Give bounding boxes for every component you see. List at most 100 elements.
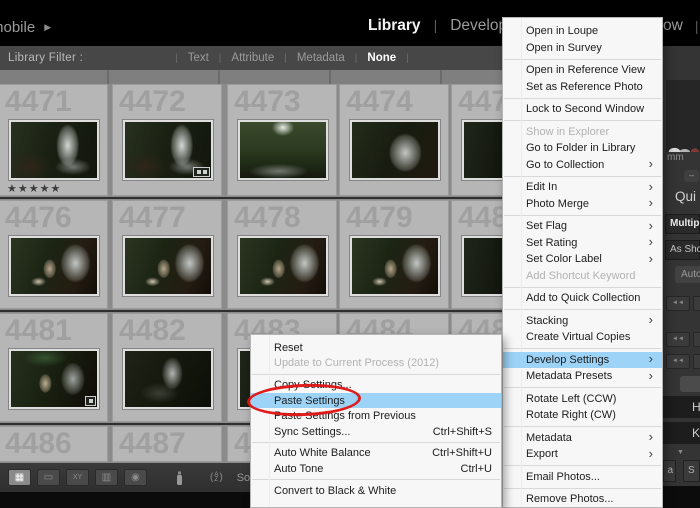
white-balance-dropdown[interactable]: As Shot — [665, 240, 700, 260]
photo-cell-4481[interactable]: 4481 — [0, 313, 108, 422]
submenu-item-sync-settings[interactable]: Sync Settings... Ctrl+Shift+S — [251, 424, 501, 440]
people-view-button[interactable]: ◉ — [124, 469, 147, 486]
compare-view-button[interactable]: XY — [66, 469, 89, 486]
filter-option-attribute[interactable]: Attribute — [231, 52, 274, 64]
context-menu-item-open-in-survey[interactable]: Open in Survey — [503, 40, 662, 57]
context-menu-item-add-to-quick-collection[interactable]: Add to Quick Collection — [503, 290, 662, 307]
menu-separator — [252, 442, 500, 444]
photo-thumbnail[interactable] — [349, 119, 441, 181]
context-menu-item-set-color-label[interactable]: Set Color Label › — [503, 251, 662, 268]
context-menu-item-create-virtual-copies[interactable]: Create Virtual Copies — [503, 329, 662, 346]
submenu-item-auto-tone[interactable]: Auto Tone Ctrl+U — [251, 461, 501, 477]
loupe-view-button[interactable]: ▭ — [37, 469, 60, 486]
panel-collapse-button[interactable]: – — [684, 170, 699, 182]
sync-settings-button-fragment[interactable]: S — [683, 460, 700, 482]
painter-tool-button[interactable] — [175, 469, 184, 486]
context-menu-item-lock-to-second-window[interactable]: Lock to Second Window — [503, 101, 662, 118]
panel-header-fragment-h[interactable]: H — [663, 396, 700, 418]
context-menu-item-metadata-presets[interactable]: Metadata Presets › — [503, 368, 662, 385]
sort-direction-button[interactable]: ( AZ ) — [210, 472, 223, 484]
spray-can-icon — [177, 471, 182, 485]
context-menu-item-photo-merge[interactable]: Photo Merge › — [503, 196, 662, 213]
saved-preset-dropdown[interactable]: Multipl — [665, 214, 700, 234]
context-menu-item-go-to-folder-in-library[interactable]: Go to Folder in Library — [503, 140, 662, 157]
decrement-small-button[interactable] — [693, 332, 700, 347]
menu-separator — [504, 97, 661, 99]
context-menu-item-go-to-collection[interactable]: Go to Collection › — [503, 157, 662, 174]
module-develop[interactable]: Develop — [450, 17, 507, 35]
photo-cell-4478[interactable]: 4478 — [227, 200, 337, 309]
photo-cell-4482[interactable]: 4482 — [112, 313, 222, 422]
photo-thumbnail[interactable] — [8, 235, 100, 297]
star-rating[interactable]: ★★★★★ — [7, 182, 61, 195]
photo-cell-4476[interactable]: 4476 — [0, 200, 108, 309]
context-menu-item-stacking[interactable]: Stacking › — [503, 313, 662, 330]
photo-cell-4479[interactable]: 4479 — [339, 200, 449, 309]
context-menu-item-remove-photos[interactable]: Remove Photos... — [503, 491, 662, 507]
filter-option-metadata[interactable]: Metadata — [297, 52, 345, 64]
module-overflow[interactable]: ow | — [663, 17, 698, 35]
decrement-large-button[interactable]: ◄◄ — [666, 296, 690, 311]
context-menu-item-develop-settings[interactable]: Develop Settings › — [503, 351, 662, 368]
photo-cell-4473[interactable]: 4473 — [227, 84, 337, 196]
menu-item-label: Rotate Left (CCW) — [526, 392, 617, 405]
photo-thumbnail[interactable] — [122, 119, 214, 181]
filter-option-text[interactable]: Text — [188, 52, 209, 64]
context-menu-item-metadata[interactable]: Metadata › — [503, 430, 662, 447]
photo-thumbnail[interactable] — [349, 235, 441, 297]
decrement-small-button[interactable] — [693, 296, 700, 311]
decrement-small-button[interactable] — [693, 354, 700, 369]
photo-thumbnail[interactable] — [237, 119, 329, 181]
context-menu-item-email-photos[interactable]: Email Photos... — [503, 469, 662, 486]
photo-thumbnail[interactable] — [237, 235, 329, 297]
photo-thumbnail[interactable] — [8, 119, 100, 181]
context-menu-item-open-in-loupe[interactable]: Open in Loupe — [503, 23, 662, 40]
module-divider: | — [694, 18, 699, 34]
menu-separator — [504, 309, 661, 310]
submenu-item-convert-to-black-white[interactable]: Convert to Black & White — [251, 483, 501, 499]
photo-thumbnail[interactable] — [8, 348, 100, 410]
photo-thumbnail[interactable] — [122, 348, 214, 410]
decrement-large-button[interactable]: ◄◄ — [666, 354, 690, 369]
context-menu-item-edit-in[interactable]: Edit In › — [503, 179, 662, 196]
context-menu-item-rotate-left-ccw[interactable]: Rotate Left (CCW) — [503, 391, 662, 408]
sync-metadata-button-fragment[interactable]: a — [663, 460, 676, 482]
context-menu-item-set-flag[interactable]: Set Flag › — [503, 218, 662, 235]
context-menu-item-rotate-right-cw[interactable]: Rotate Right (CW) — [503, 407, 662, 424]
photo-cell-4486[interactable]: 4486 — [0, 426, 108, 462]
auto-tone-button[interactable]: Auto — [675, 266, 700, 283]
submenu-arrow-icon: › — [648, 445, 653, 461]
context-menu-item-export[interactable]: Export › — [503, 446, 662, 463]
photo-cell-4477[interactable]: 4477 — [112, 200, 222, 309]
quick-develop-header[interactable]: Qui — [675, 189, 696, 204]
menu-item-shortcut: Ctrl+Shift+S — [432, 425, 492, 438]
photo-index-number: 4472 — [119, 85, 186, 118]
submenu-item-auto-white-balance[interactable]: Auto White Balance Ctrl+Shift+U — [251, 446, 501, 462]
filter-option-none[interactable]: None — [367, 52, 396, 64]
menu-item-label: Rotate Right (CW) — [526, 409, 616, 422]
context-menu-item-set-as-reference-photo[interactable]: Set as Reference Photo — [503, 79, 662, 96]
photo-cell-4487[interactable]: 4487 — [112, 426, 222, 462]
decrement-large-button[interactable]: ◄◄ — [666, 332, 690, 347]
identity-plate[interactable]: mobile ▶ — [0, 19, 51, 36]
panel-button-fragment[interactable] — [680, 376, 700, 392]
photo-index-number: 4482 — [119, 314, 186, 347]
photo-cell-4474[interactable]: 4474 — [339, 84, 449, 196]
context-menu-item-open-in-reference-view[interactable]: Open in Reference View — [503, 62, 662, 79]
context-menu-item-set-rating[interactable]: Set Rating › — [503, 235, 662, 252]
photo-cell-4471[interactable]: 4471 ★★★★★ — [0, 84, 108, 196]
thumbnail-badge-icon[interactable] — [85, 396, 96, 406]
survey-view-button[interactable]: ▥ — [95, 469, 118, 486]
thumbnail-badge-icon[interactable] — [193, 167, 210, 177]
photo-image — [11, 122, 97, 178]
photo-cell-4472[interactable]: 4472 — [112, 84, 222, 196]
menu-separator — [504, 348, 661, 349]
panel-header-fragment-k[interactable]: K — [663, 422, 700, 444]
panel-bottom-area — [663, 486, 700, 508]
module-overflow-text: ow — [663, 17, 683, 34]
module-library[interactable]: Library — [368, 17, 421, 35]
submenu-item-reset[interactable]: Reset — [251, 340, 501, 356]
photo-index-number: 4476 — [5, 201, 72, 234]
photo-thumbnail[interactable] — [122, 235, 214, 297]
grid-view-button[interactable]: ▦ — [8, 469, 31, 486]
